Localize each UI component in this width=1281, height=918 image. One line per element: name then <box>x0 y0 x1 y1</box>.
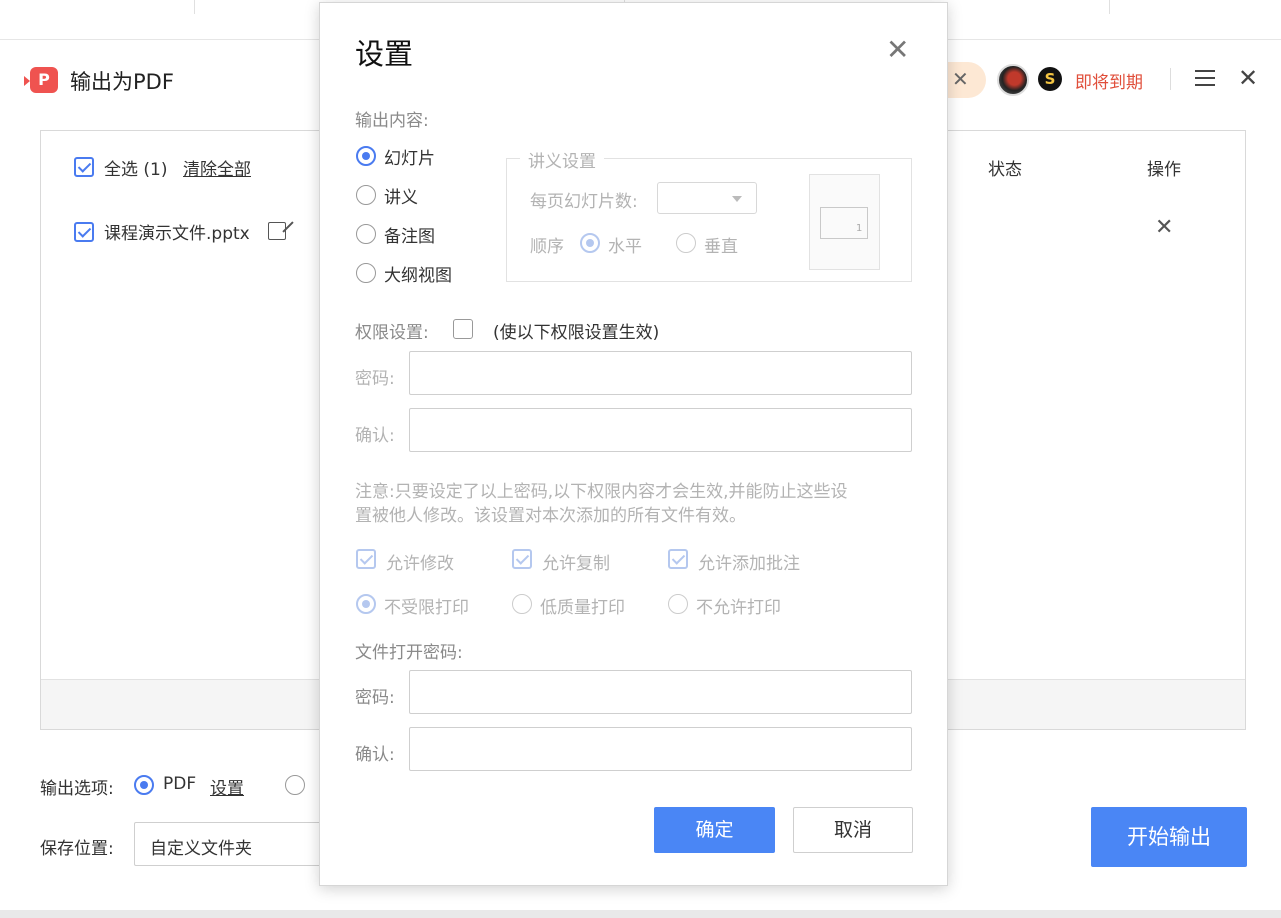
content-notes-label[interactable]: 备注图 <box>384 222 435 247</box>
start-export-button[interactable]: 开始输出 <box>1091 807 1247 867</box>
permission-password-input[interactable] <box>409 351 912 395</box>
order-label: 顺序 <box>530 237 564 257</box>
content-outline-radio[interactable] <box>356 263 376 283</box>
background-cell <box>0 0 195 14</box>
column-header-status: 状态 <box>988 160 1022 180</box>
content-handout-radio[interactable] <box>356 185 376 205</box>
permission-checkbox[interactable] <box>453 319 473 339</box>
ok-button[interactable]: 确定 <box>654 807 775 853</box>
print-none-radio[interactable] <box>668 594 688 614</box>
content-slides-label[interactable]: 幻灯片 <box>384 144 435 169</box>
menu-icon[interactable] <box>1195 70 1215 88</box>
dialog-title: 设置 <box>355 37 414 71</box>
print-unrestricted-radio[interactable] <box>356 594 376 614</box>
select-all-label[interactable]: 全选 (1) <box>104 155 167 180</box>
close-icon[interactable]: ✕ <box>1238 64 1258 92</box>
expire-notice[interactable]: 即将到期 <box>1075 68 1143 93</box>
save-location-value: 自定义文件夹 <box>150 839 252 859</box>
close-promo-icon[interactable]: ✕ <box>952 67 969 91</box>
clear-all-link[interactable]: 清除全部 <box>183 155 251 180</box>
order-horizontal-radio[interactable] <box>580 233 600 253</box>
cancel-button[interactable]: 取消 <box>793 807 913 853</box>
permission-label: 权限设置: <box>355 323 429 343</box>
output-option-label: 输出选项: <box>40 779 114 799</box>
file-name: 课程演示文件.pptx <box>104 224 250 244</box>
settings-link[interactable]: 设置 <box>210 774 244 799</box>
allow-copy-checkbox[interactable] <box>512 549 532 569</box>
handout-settings-legend: 讲义设置 <box>520 147 604 172</box>
open-password-field-label: 密码: <box>355 688 395 708</box>
allow-annotate-checkbox[interactable] <box>668 549 688 569</box>
background-bottom <box>0 910 1281 918</box>
allow-annotate-label[interactable]: 允许添加批注 <box>698 549 800 574</box>
password-label: 密码: <box>355 369 395 389</box>
content-outline-label[interactable]: 大纲视图 <box>384 261 452 286</box>
output-image-radio[interactable] <box>285 775 305 795</box>
edit-icon[interactable] <box>268 222 286 240</box>
content-notes-radio[interactable] <box>356 224 376 244</box>
pdf-logo-icon: P <box>30 67 58 93</box>
divider <box>1170 68 1171 90</box>
print-unrestricted-label[interactable]: 不受限打印 <box>384 593 469 618</box>
file-checkbox[interactable] <box>74 222 94 242</box>
open-confirm-field-label: 确认: <box>355 745 395 765</box>
print-low-label[interactable]: 低质量打印 <box>540 593 625 618</box>
vip-badge-icon[interactable]: S <box>1038 67 1062 91</box>
confirm-label: 确认: <box>355 426 395 446</box>
column-header-action: 操作 <box>1147 160 1181 180</box>
dialog-close-icon[interactable]: ✕ <box>886 33 909 66</box>
output-pdf-label[interactable]: PDF <box>163 774 196 794</box>
open-confirm-input[interactable] <box>409 727 912 771</box>
allow-copy-label[interactable]: 允许复制 <box>542 549 610 574</box>
open-password-input[interactable] <box>409 670 912 714</box>
order-horizontal-label[interactable]: 水平 <box>608 232 642 257</box>
open-password-label: 文件打开密码: <box>355 643 463 663</box>
content-slides-radio[interactable] <box>356 146 376 166</box>
allow-modify-label[interactable]: 允许修改 <box>386 549 454 574</box>
permission-confirm-input[interactable] <box>409 408 912 452</box>
output-content-label: 输出内容: <box>355 111 429 131</box>
order-vertical-label[interactable]: 垂直 <box>704 232 738 257</box>
avatar[interactable] <box>997 64 1029 96</box>
settings-dialog: 设置 ✕ 输出内容: 幻灯片 讲义 备注图 大纲视图 讲义设置 每页幻灯片数: … <box>319 2 948 886</box>
slides-per-page-select[interactable] <box>657 182 757 214</box>
select-all-checkbox[interactable] <box>74 157 94 177</box>
chevron-down-icon <box>732 196 742 202</box>
order-vertical-radio[interactable] <box>676 233 696 253</box>
print-none-label[interactable]: 不允许打印 <box>696 593 781 618</box>
note-line-2: 置被他人修改。该设置对本次添加的所有文件有效。 <box>355 506 746 526</box>
handout-preview-number: 1 <box>856 223 863 234</box>
print-low-radio[interactable] <box>512 594 532 614</box>
note-line-1: 注意:只要设定了以上密码,以下权限内容才会生效,并能防止这些设 <box>355 482 848 502</box>
output-pdf-radio[interactable] <box>134 775 154 795</box>
permission-hint: (使以下权限设置生效) <box>493 323 660 343</box>
remove-file-icon[interactable]: ✕ <box>1155 215 1173 240</box>
allow-modify-checkbox[interactable] <box>356 549 376 569</box>
window-title: 输出为PDF <box>70 70 174 94</box>
content-handout-label[interactable]: 讲义 <box>384 183 418 208</box>
save-location-label: 保存位置: <box>40 839 114 859</box>
slides-per-page-label: 每页幻灯片数: <box>530 192 638 212</box>
